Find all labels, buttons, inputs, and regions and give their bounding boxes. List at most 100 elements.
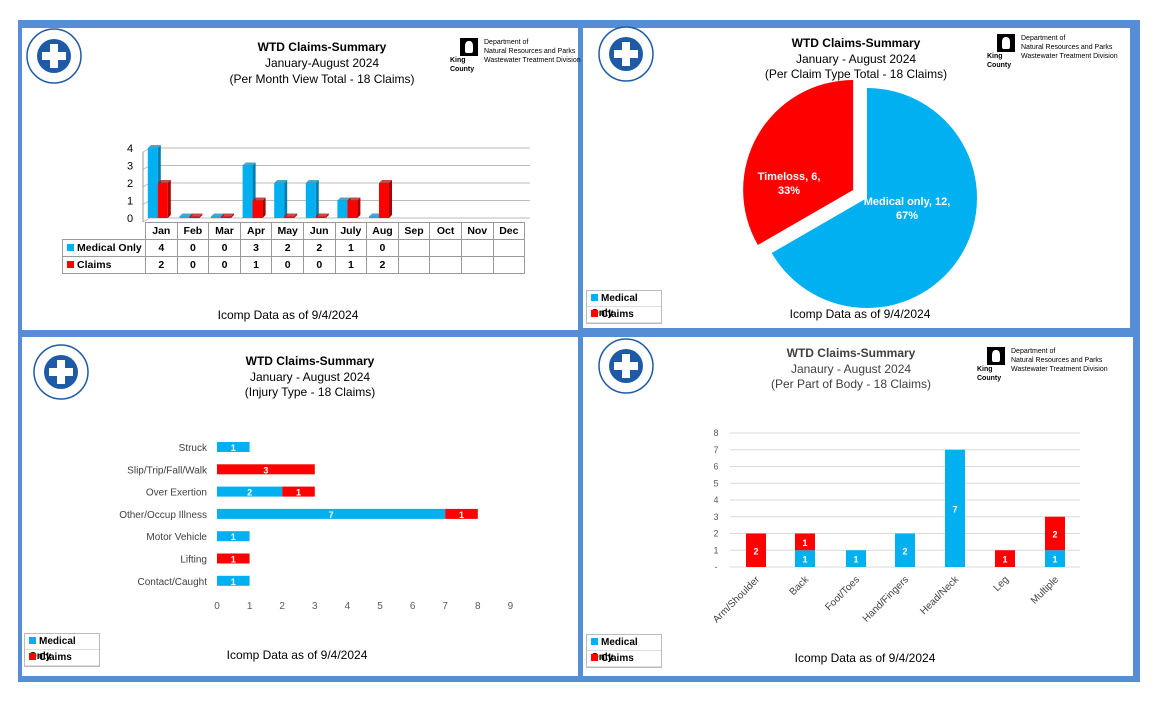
y-tick-label: 1 (713, 545, 718, 555)
legend-item-claims: Claims (587, 307, 661, 323)
table-cell: 2 (366, 256, 399, 274)
table-cell: 0 (271, 256, 304, 274)
y-tick-label: 3 (713, 512, 718, 522)
pie-label: Medical only, 12, (864, 196, 951, 208)
month-header: Apr (239, 222, 273, 240)
table-cell (429, 256, 462, 274)
panel-subtitle: January-August 2024 (264, 56, 380, 70)
category-label: Struck (179, 443, 208, 454)
pie-label: 67% (896, 210, 918, 222)
legend: Medical Only Claims (24, 633, 100, 667)
table-cell: 0 (176, 239, 210, 257)
bar-medical (274, 183, 285, 218)
data-label: 2 (1052, 530, 1057, 540)
category-label: Other/Occup Illness (119, 510, 207, 521)
x-tick-label: 7 (442, 601, 448, 612)
legend-item-claims: Claims (25, 650, 99, 666)
month-header: Feb (176, 222, 210, 240)
month-header: July (334, 222, 368, 240)
bar-side (315, 180, 319, 218)
category-label: Multiple (1029, 574, 1061, 606)
panel-note: (Per Month View Total - 18 Claims) (229, 72, 415, 86)
y-tick-label: 2 (127, 178, 133, 190)
x-tick-label: 0 (214, 601, 220, 612)
bar-medical (179, 216, 190, 218)
king-county-logo: King County Department of Natural Resource… (987, 34, 1118, 69)
data-label: 1 (459, 510, 464, 520)
bar-claims (315, 216, 326, 218)
bar-claims (284, 216, 295, 218)
y-tick-label: 6 (713, 462, 718, 472)
legend-item-medical: Medical Only (587, 635, 661, 663)
safety-cross-icon (49, 368, 73, 376)
data-label: 1 (231, 555, 236, 565)
month-header: Sep (397, 222, 431, 240)
panel-title: WTD Claims-Summary (786, 346, 916, 360)
data-label: 7 (329, 510, 334, 520)
y-tick-label: 7 (713, 445, 718, 455)
panel-footer: Icomp Data as of 9/4/2024 (794, 651, 936, 665)
category-label: Foot/Toes (823, 574, 862, 613)
legend: Medical Only Claims (586, 290, 662, 324)
month-header: Oct (429, 222, 462, 240)
x-tick-label: 9 (508, 601, 514, 612)
y-tick-label: 5 (713, 478, 718, 488)
king-county-mark-icon: King County (977, 347, 1005, 382)
pie-label: Timeloss, 6, (758, 171, 821, 183)
month-header: Dec (492, 222, 526, 240)
data-label: 1 (802, 555, 807, 565)
x-tick-label: 6 (410, 601, 416, 612)
month-header: Jun (302, 222, 336, 240)
category-label: Over Exertion (146, 488, 207, 499)
table-cell (397, 239, 431, 257)
table-cell: 0 (302, 256, 336, 274)
data-label: 7 (952, 504, 957, 514)
category-label: Motor Vehicle (146, 532, 207, 543)
data-label: 2 (753, 546, 758, 556)
panel-subtitle: January - August 2024 (249, 370, 371, 384)
y-tick-label: 1 (127, 196, 133, 208)
category-label: Leg (992, 574, 1012, 594)
table-cell: 4 (145, 239, 178, 257)
bar-medical (369, 216, 379, 218)
x-tick-label: 3 (312, 601, 318, 612)
bar-side (284, 180, 288, 218)
table-cell: 0 (366, 239, 399, 257)
panel-subtitle: Janaury - August 2024 (790, 362, 912, 376)
data-label: 1 (853, 555, 858, 565)
king-county-mark-icon: King County (450, 38, 478, 73)
pie-label: 33% (778, 185, 800, 197)
table-cell: 2 (302, 239, 336, 257)
y-tick-label: - (715, 562, 718, 572)
table-cell (492, 239, 526, 257)
panel-note: (Injury Type - 18 Claims) (244, 385, 376, 399)
bar-claims (221, 216, 231, 218)
king-county-mark-icon: King County (987, 34, 1015, 69)
data-label: 1 (802, 538, 807, 548)
table-cell (397, 256, 431, 274)
month-header: Jan (145, 222, 178, 240)
bar-claims (189, 216, 200, 218)
bar-medical (147, 148, 158, 218)
bar-medical (305, 183, 316, 218)
table-cell: 2 (145, 256, 178, 274)
legend-item-claims: Claims (587, 651, 661, 667)
data-label: 1 (296, 488, 301, 498)
table-cell: 3 (239, 239, 273, 257)
table-cell (492, 256, 526, 274)
panel-footer: Icomp Data as of 9/4/2024 (789, 307, 931, 321)
table-cell (460, 256, 494, 274)
bar-medical (211, 216, 221, 218)
king-county-logo: King County Department of Natural Resource… (450, 38, 581, 73)
category-label: Arm/Shoulder (711, 574, 762, 625)
panel-footer: Icomp Data as of 9/4/2024 (226, 648, 368, 662)
x-tick-label: 4 (345, 601, 351, 612)
king-county-logo: King County Department of Natural Resource… (977, 347, 1108, 382)
x-tick-label: 5 (377, 601, 383, 612)
safety-cross-icon (614, 362, 638, 370)
data-label: 1 (1052, 555, 1057, 565)
safety-cross-icon (42, 52, 66, 60)
bar-claims (347, 200, 358, 218)
table-cell: 0 (176, 256, 210, 274)
safety-cross-icon (614, 50, 638, 58)
